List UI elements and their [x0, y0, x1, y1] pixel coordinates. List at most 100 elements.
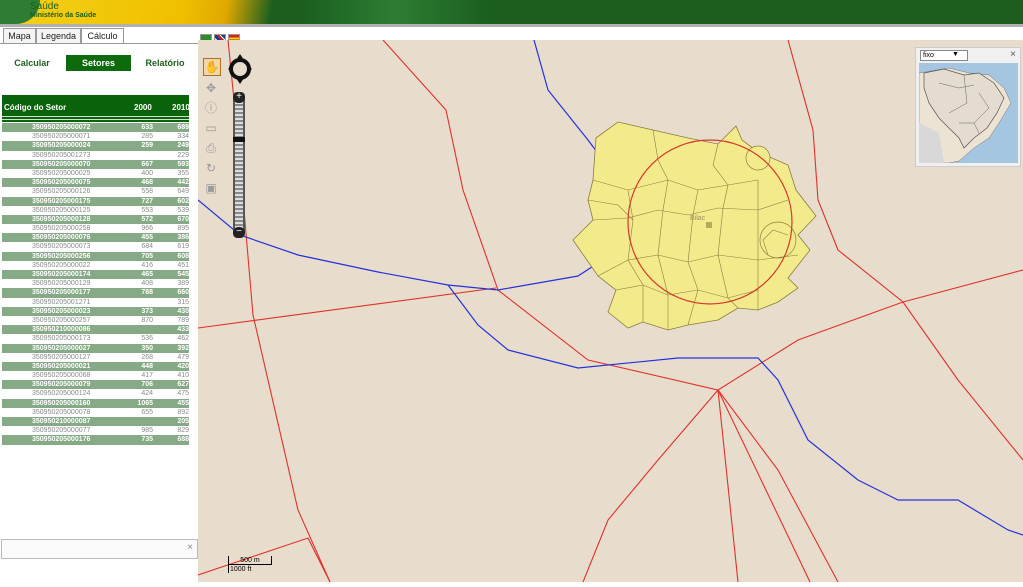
table-row[interactable]: 350950205001271 315: [2, 298, 189, 307]
table-row[interactable]: 350950205000124 424 475: [2, 389, 189, 398]
table-row[interactable]: 350950205000175 727 602: [2, 196, 189, 206]
table-row[interactable]: 350950205000176 735 688: [2, 435, 189, 445]
sector-table-body: 350950205000072 633 689 350950205000071 285 3…: [2, 123, 189, 445]
table-row[interactable]: 350950205000127 268 479: [2, 353, 189, 362]
table-row[interactable]: 350950205000070 667 593: [2, 159, 189, 169]
table-cell-v2000: 572: [141, 215, 153, 223]
chevron-down-icon[interactable]: ▼: [952, 51, 959, 58]
table-row[interactable]: 350950205000022 416 451: [2, 261, 189, 270]
refresh-icon[interactable]: ↻: [203, 160, 219, 176]
overview-mode-select[interactable]: fixo: [920, 50, 968, 61]
table-row[interactable]: 350950205000079 706 627: [2, 380, 189, 390]
pan-control[interactable]: [228, 54, 252, 84]
table-row[interactable]: 350950205000072 633 689: [2, 123, 189, 133]
table-row[interactable]: 350950205000256 705 608: [2, 251, 189, 261]
relatorio-button[interactable]: Relatório: [140, 55, 190, 71]
column-header-2000[interactable]: 2000: [134, 103, 152, 112]
table-cell-v2000: 468: [141, 179, 153, 187]
table-cell-v2000: 1065: [137, 399, 153, 407]
table-cell-code: 350950205000175: [32, 197, 91, 205]
table-cell-code: 350950205000173: [32, 335, 91, 343]
table-cell-v2000: 985: [141, 427, 153, 435]
tab-mapa[interactable]: Mapa: [3, 28, 36, 43]
header-rule: [2, 119, 189, 120]
table-cell-v2000: 424: [141, 390, 153, 398]
map-toolbar: ✋ ✥ ⓘ ▭ ⎙ ↻ ▣: [203, 58, 221, 200]
map-svg: Bilac: [197, 39, 1023, 583]
map-canvas[interactable]: Bilac: [197, 39, 1023, 583]
print-icon[interactable]: ⎙: [203, 140, 219, 156]
close-icon[interactable]: ×: [1010, 49, 1016, 60]
column-header-code[interactable]: Código do Setor: [4, 103, 66, 112]
urban-sectors[interactable]: [572, 121, 817, 331]
table-cell-code: 350950205000177: [32, 289, 91, 297]
table-row[interactable]: 350950205000173 536 462: [2, 334, 189, 343]
table-cell-code: 350950205000176: [32, 436, 91, 444]
table-cell-v2010: 789: [177, 316, 189, 324]
table-row[interactable]: 350950205000258 966 895: [2, 224, 189, 233]
table-cell-v2000: 788: [141, 289, 153, 297]
zoom-handle[interactable]: [233, 137, 245, 142]
table-row[interactable]: 350950210000087 205: [2, 417, 189, 427]
table-cell-v2000: 870: [141, 316, 153, 324]
table-row[interactable]: 350950205000128 572 670: [2, 214, 189, 225]
table-row[interactable]: 350950205001273 229: [2, 151, 189, 160]
table-row[interactable]: 350950205000078 655 892: [2, 408, 189, 417]
header-rule: [2, 116, 189, 117]
language-flags: [200, 30, 242, 43]
table-cell-v2010: 334: [177, 133, 189, 141]
table-row[interactable]: 350950210000086 433: [2, 325, 189, 335]
table-row[interactable]: 350950205000125 553 539: [2, 206, 189, 215]
table-row[interactable]: 350950205000129 408 389: [2, 279, 189, 288]
table-cell-v2000: 350: [141, 344, 153, 352]
column-header-2010[interactable]: 2010: [172, 103, 190, 112]
table-row[interactable]: 350950205000023 373 430: [2, 306, 189, 316]
table-row[interactable]: 350950205000068 417 410: [2, 371, 189, 380]
table-cell-v2000: 684: [141, 243, 153, 251]
layers-icon[interactable]: ▣: [203, 180, 219, 196]
table-cell-v2000: 667: [141, 160, 153, 168]
table-row[interactable]: 350950205000126 558 649: [2, 187, 189, 196]
navigate-hand-icon[interactable]: ✋: [203, 58, 221, 76]
scale-imperial: 1000 ft: [228, 565, 260, 573]
calcular-button[interactable]: Calcular: [5, 55, 59, 71]
table-cell-code: 350950205000076: [32, 234, 91, 242]
comment-icon[interactable]: ▭: [203, 120, 219, 136]
table-row[interactable]: 350950205000160 1065 455: [2, 398, 189, 408]
table-cell-code: 350950205000258: [32, 225, 91, 233]
table-row[interactable]: 350950205000174 465 545: [2, 270, 189, 280]
table-cell-v2010: 479: [177, 353, 189, 361]
brand-title: Saúde: [30, 1, 59, 12]
close-icon[interactable]: ×: [187, 542, 193, 553]
table-row[interactable]: 350950205000076 455 386: [2, 233, 189, 243]
table-row[interactable]: 350950205000027 350 392: [2, 343, 189, 353]
table-row[interactable]: 350950205000077 985 829: [2, 426, 189, 435]
table-row[interactable]: 350950205000073 684 619: [2, 242, 189, 251]
zoom-slider[interactable]: + −: [233, 92, 245, 238]
overview-thumbnail[interactable]: [919, 63, 1018, 163]
table-cell-v2000: 259: [141, 142, 153, 150]
table-row[interactable]: 350950205000075 468 442: [2, 178, 189, 188]
table-row[interactable]: 350950205000257 870 789: [2, 316, 189, 325]
table-row[interactable]: 350950205000177 788 660: [2, 288, 189, 298]
table-row[interactable]: 350950205000071 285 334: [2, 132, 189, 141]
zoom-track[interactable]: [235, 102, 243, 228]
tab-legenda[interactable]: Legenda: [36, 28, 81, 43]
table-cell-code: 350950205000071: [32, 133, 91, 141]
table-row[interactable]: 350950205000021 448 420: [2, 361, 189, 372]
table-cell-v2010: 315: [177, 298, 189, 306]
tab-calculo[interactable]: Cálculo: [81, 28, 124, 43]
table-row[interactable]: 350950205000025 400 355: [2, 169, 189, 178]
table-cell-v2010: 410: [177, 372, 189, 380]
table-row[interactable]: 350950205000024 259 249: [2, 141, 189, 151]
pan-arrows-icon[interactable]: ✥: [203, 80, 219, 96]
table-cell-v2000: 553: [141, 206, 153, 214]
setores-button[interactable]: Setores: [66, 55, 131, 71]
zoom-in-icon[interactable]: +: [233, 92, 245, 103]
urban-area-polygon[interactable]: [572, 121, 817, 331]
identify-info-icon[interactable]: ⓘ: [203, 100, 219, 116]
table-cell-v2000: 633: [141, 124, 153, 131]
zoom-out-icon[interactable]: −: [233, 227, 245, 238]
table-cell-v2000: 268: [141, 353, 153, 361]
left-panel: Mapa Legenda Cálculo Calcular Setores Re…: [0, 27, 198, 582]
